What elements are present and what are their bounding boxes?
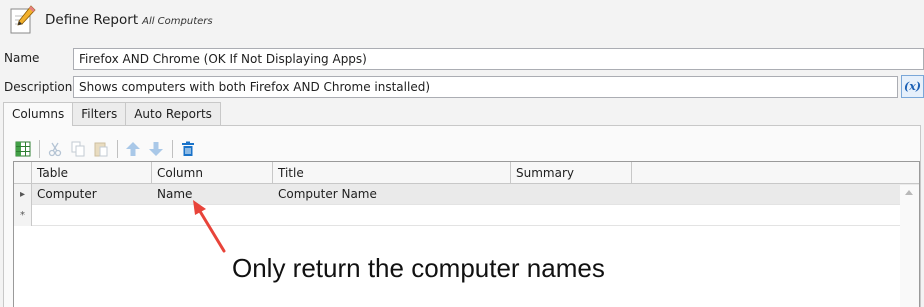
window-title: Define Report All Computers: [45, 12, 213, 28]
description-field[interactable]: Shows computers with both Firefox AND Ch…: [73, 76, 898, 98]
toolbar-separator: [39, 140, 40, 158]
annotation-text: Only return the computer names: [232, 253, 605, 283]
tab-filters[interactable]: Filters: [72, 102, 127, 125]
window-subtitle: All Computers: [142, 16, 213, 27]
columns-toolbar: [14, 140, 202, 158]
tab-columns[interactable]: Columns: [3, 102, 74, 126]
name-label: Name: [4, 51, 40, 65]
cell-column[interactable]: Name: [152, 184, 197, 205]
current-row-marker: ▸: [14, 184, 32, 205]
column-header-table[interactable]: Table: [32, 162, 152, 184]
cut-icon[interactable]: [46, 140, 64, 158]
scroll-up-icon[interactable]: [905, 190, 913, 195]
move-down-icon[interactable]: [147, 140, 165, 158]
copy-icon[interactable]: [69, 140, 87, 158]
vertical-scrollbar[interactable]: [900, 185, 919, 307]
expression-button[interactable]: (x): [901, 75, 924, 98]
header-corner: [14, 162, 32, 184]
tab-bar: Columns Filters Auto Reports: [3, 102, 221, 126]
window-title-label: Define Report: [45, 12, 139, 28]
name-field[interactable]: Firefox AND Chrome (OK If Not Displaying…: [73, 48, 924, 70]
toolbar-separator: [172, 140, 173, 158]
cell-summary[interactable]: [511, 184, 521, 205]
column-header-summary[interactable]: Summary: [511, 162, 632, 184]
paste-icon[interactable]: [92, 140, 110, 158]
new-row[interactable]: *: [14, 205, 919, 226]
title-bar: Define Report All Computers: [0, 0, 924, 44]
delete-icon[interactable]: [179, 140, 197, 158]
column-header-title[interactable]: Title: [273, 162, 511, 184]
cell-title[interactable]: Computer Name: [273, 184, 382, 205]
toolbar-separator: [117, 140, 118, 158]
add-column-icon[interactable]: [14, 140, 32, 158]
new-row-marker: *: [14, 205, 32, 226]
cell-table[interactable]: Computer: [32, 184, 102, 205]
move-up-icon[interactable]: [124, 140, 142, 158]
report-pencil-icon: [10, 5, 36, 35]
table-row[interactable]: ▸ Computer Name Computer Name: [14, 184, 919, 205]
grid-header: Table Column Title Summary: [14, 162, 919, 184]
description-label: Description: [4, 80, 73, 94]
column-header-column[interactable]: Column: [152, 162, 273, 184]
columns-grid: Table Column Title Summary ▸ Computer Na…: [13, 161, 920, 307]
tab-auto-reports[interactable]: Auto Reports: [125, 102, 221, 125]
